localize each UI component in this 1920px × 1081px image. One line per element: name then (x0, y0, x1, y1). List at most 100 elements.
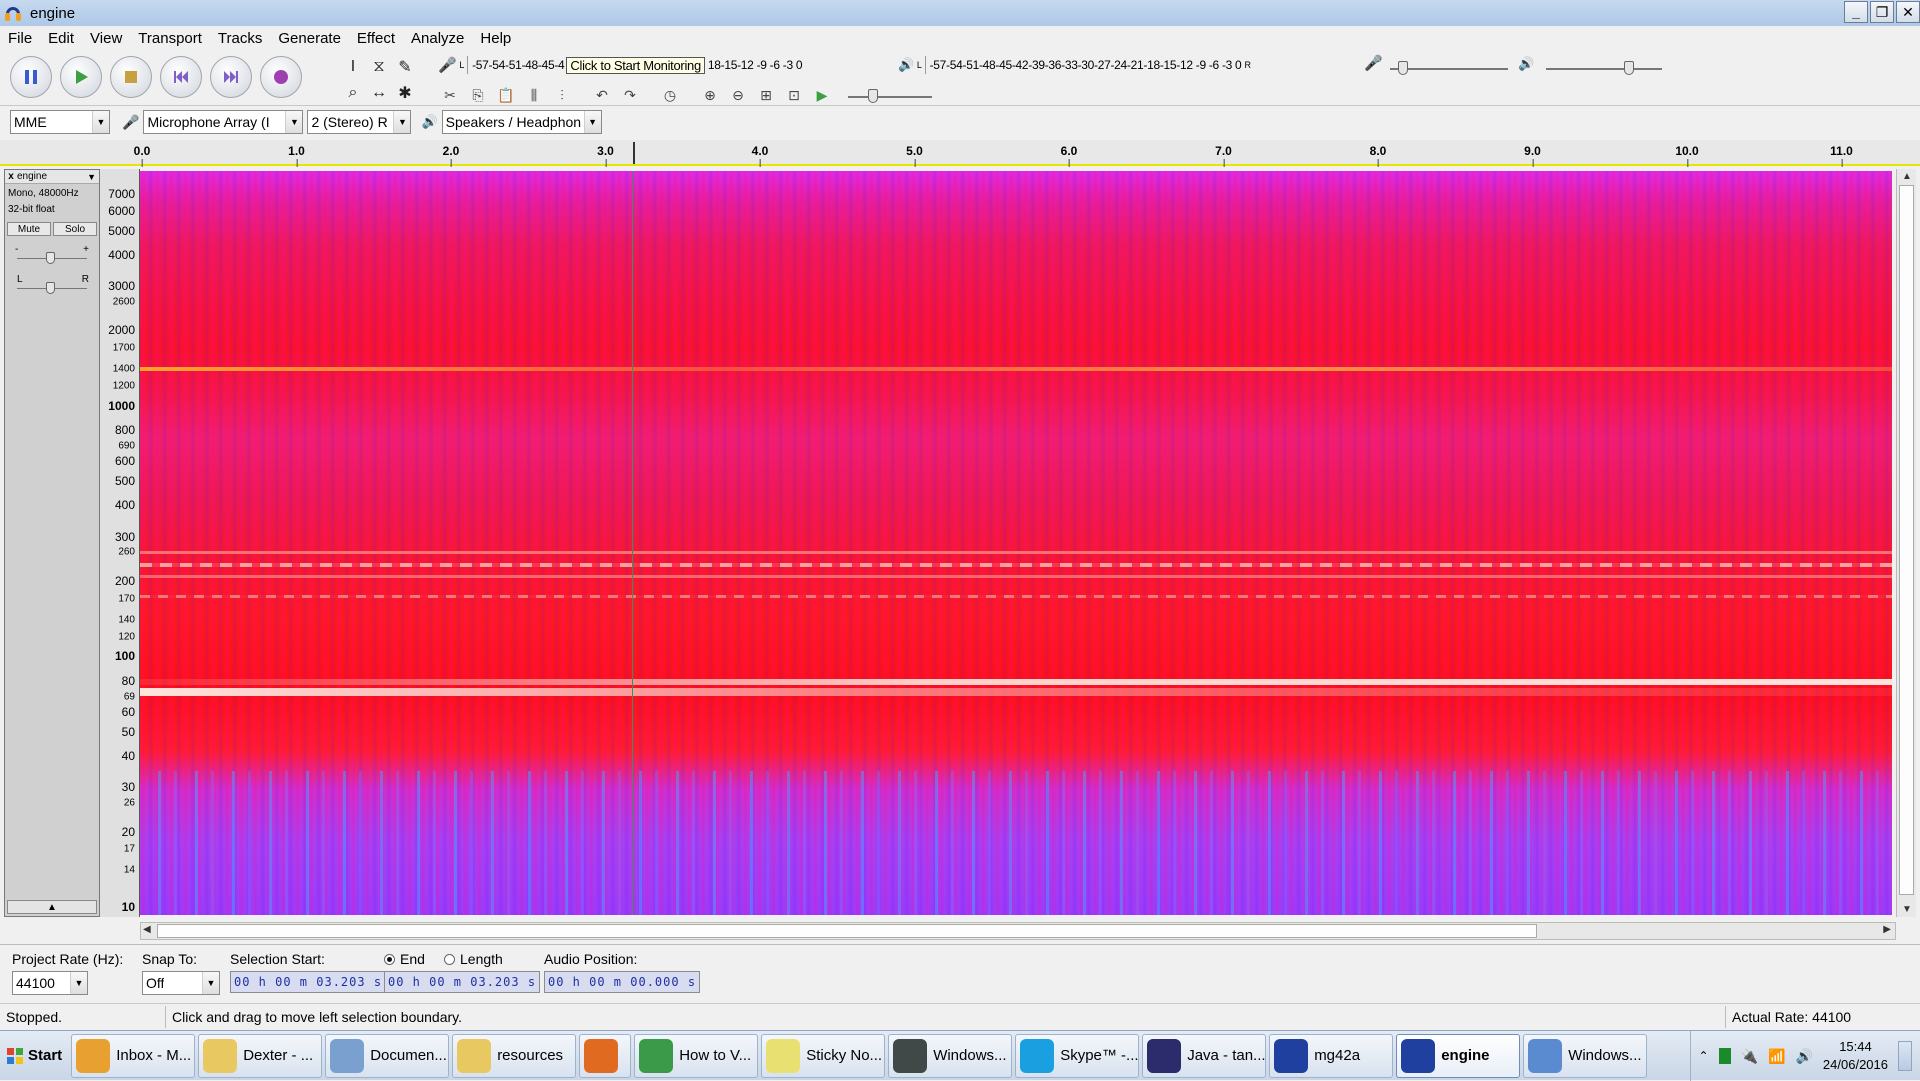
fit-selection-icon[interactable]: ⊞ (754, 84, 778, 106)
pan-slider[interactable] (46, 282, 55, 294)
horizontal-scrollbar[interactable]: ◀ ▶ (140, 922, 1896, 940)
taskbar-task[interactable]: Windows... (1523, 1033, 1648, 1078)
selection-tool-icon[interactable]: I (340, 54, 366, 80)
menu-help[interactable]: Help (472, 30, 519, 47)
end-radio[interactable]: End (384, 951, 425, 967)
time-shift-tool-icon[interactable]: ↔ (366, 80, 392, 106)
play-speed-track[interactable] (848, 96, 932, 98)
menu-view[interactable]: View (82, 30, 130, 47)
envelope-tool-icon[interactable]: ⧖ (366, 54, 392, 80)
taskbar-task[interactable]: Sticky No... (761, 1033, 886, 1078)
play-speed-slider[interactable] (868, 89, 878, 103)
menu-tracks[interactable]: Tracks (210, 30, 270, 47)
record-button[interactable] (260, 56, 302, 98)
stop-button[interactable] (110, 56, 152, 98)
timeline-ruler[interactable]: 0.0 1.0 2.0 3.0 4.0 5.0 6.0 7.0 8.0 9.0 10.0 11.0 (0, 140, 1920, 167)
silence-icon[interactable]: ⫶ (550, 84, 574, 106)
tray-app-icon[interactable] (1718, 1048, 1731, 1064)
play-button[interactable] (60, 56, 102, 98)
taskbar-task-label: Windows... (933, 1047, 1007, 1064)
chevron-down-icon[interactable]: ▼ (87, 172, 99, 182)
trim-icon[interactable]: ⫼ (522, 84, 546, 106)
multi-tool-icon[interactable]: ✱ (392, 80, 418, 106)
project-rate-select[interactable]: 44100 ▼ (12, 971, 88, 995)
fit-project-icon[interactable]: ⊡ (782, 84, 806, 106)
scroll-right-icon[interactable]: ▶ (1883, 924, 1891, 935)
scroll-left-icon[interactable]: ◀ (143, 924, 151, 935)
mute-button[interactable]: Mute (7, 222, 51, 236)
output-volume-slider[interactable] (1624, 61, 1634, 75)
zoom-out-icon[interactable]: ⊖ (726, 84, 750, 106)
taskbar-task[interactable]: engine (1396, 1033, 1521, 1078)
selection-cursor-line[interactable] (632, 171, 633, 915)
start-monitoring-tooltip[interactable]: Click to Start Monitoring (566, 56, 705, 74)
paste-icon[interactable]: 📋 (494, 84, 518, 106)
pause-button[interactable] (10, 56, 52, 98)
show-desktop-button[interactable] (1898, 1041, 1912, 1071)
input-device-select[interactable]: Microphone Array (I ▼ (143, 110, 304, 134)
gain-slider[interactable] (46, 252, 55, 264)
close-track-icon[interactable]: x (5, 171, 17, 182)
vertical-scroll-thumb[interactable] (1899, 185, 1914, 895)
play-cursor-marker[interactable] (633, 142, 635, 164)
menu-transport[interactable]: Transport (130, 30, 210, 47)
tray-expand-icon[interactable]: ⌃ (1699, 1049, 1709, 1063)
play-at-speed-icon[interactable]: ▶ (810, 84, 834, 106)
menu-effect[interactable]: Effect (349, 30, 403, 47)
horizontal-scroll-thumb[interactable] (157, 924, 1537, 938)
taskbar-task[interactable]: Skype™ -... (1015, 1033, 1140, 1078)
record-meter[interactable]: 🎤 L -57-54-51-48-45-4 Click to Start Mon… (438, 54, 803, 76)
zoom-tool-icon[interactable]: ⌕ (340, 80, 366, 106)
taskbar-task-label: Skype™ -... (1060, 1047, 1139, 1064)
restore-button[interactable]: ❐ (1870, 1, 1894, 23)
snap-to-select[interactable]: Off ▼ (142, 971, 220, 995)
menu-analyze[interactable]: Analyze (403, 30, 472, 47)
audio-position-field[interactable]: 00 h 00 m 00.000 s (544, 971, 701, 993)
taskbar-task[interactable]: Documen... (325, 1033, 450, 1078)
output-volume-track[interactable] (1546, 68, 1662, 70)
taskbar-task[interactable]: resources (452, 1033, 577, 1078)
taskbar-task[interactable]: Inbox - M... (71, 1033, 196, 1078)
solo-button[interactable]: Solo (53, 222, 97, 236)
scroll-up-icon[interactable]: ▲ (1902, 171, 1912, 182)
menu-generate[interactable]: Generate (270, 30, 349, 47)
audio-host-select[interactable]: MME ▼ (10, 110, 110, 134)
scroll-down-icon[interactable]: ▼ (1902, 904, 1912, 915)
input-channels-select[interactable]: 2 (Stereo) R ▼ (307, 110, 412, 134)
sync-lock-icon[interactable]: ◷ (658, 84, 682, 106)
power-icon[interactable]: 🔌 (1741, 1048, 1758, 1065)
playback-meter[interactable]: 🔊 L -57-54-51-48-45-42-39-36-33-30-27-24… (898, 54, 1251, 76)
close-button[interactable]: ✕ (1896, 1, 1920, 23)
minimize-button[interactable]: _ (1844, 1, 1868, 23)
skip-to-start-button[interactable] (160, 56, 202, 98)
selection-end-field[interactable]: 00 h 00 m 03.203 s (384, 971, 541, 993)
taskbar-task[interactable]: Dexter - ... (198, 1033, 323, 1078)
menu-edit[interactable]: Edit (40, 30, 82, 47)
draw-tool-icon[interactable]: ✎ (392, 54, 418, 80)
vertical-scrollbar[interactable]: ▲ ▼ (1896, 169, 1916, 917)
selection-start-field[interactable]: 00 h 00 m 03.203 s (230, 971, 387, 993)
chevron-down-icon: ▼ (583, 111, 601, 133)
copy-icon[interactable]: ⎘ (466, 84, 490, 106)
collapse-track-button[interactable]: ▲ (7, 900, 97, 914)
skip-to-end-button[interactable] (210, 56, 252, 98)
taskbar-task[interactable] (579, 1033, 632, 1078)
undo-icon[interactable]: ↶ (590, 84, 614, 106)
length-radio[interactable]: Length (444, 951, 503, 967)
spectrogram-view[interactable] (140, 171, 1892, 915)
redo-icon[interactable]: ↷ (618, 84, 642, 106)
taskbar-task[interactable]: Java - tan... (1142, 1033, 1267, 1078)
taskbar-task[interactable]: How to V... (634, 1033, 759, 1078)
zoom-in-icon[interactable]: ⊕ (698, 84, 722, 106)
network-icon[interactable]: 📶 (1768, 1048, 1785, 1065)
start-button[interactable]: Start (0, 1034, 68, 1078)
output-device-select[interactable]: Speakers / Headphon ▼ (441, 110, 602, 134)
menu-file[interactable]: File (0, 30, 40, 47)
taskbar-task[interactable]: Windows... (888, 1033, 1013, 1078)
clock[interactable]: 15:44 24/06/2016 (1823, 1038, 1888, 1074)
taskbar-task[interactable]: mg42a (1269, 1033, 1394, 1078)
track-name-menu[interactable]: engine (17, 171, 87, 182)
input-volume-slider[interactable] (1398, 61, 1408, 75)
cut-icon[interactable]: ✂ (438, 84, 462, 106)
volume-icon[interactable]: 🔊 (1795, 1048, 1812, 1065)
